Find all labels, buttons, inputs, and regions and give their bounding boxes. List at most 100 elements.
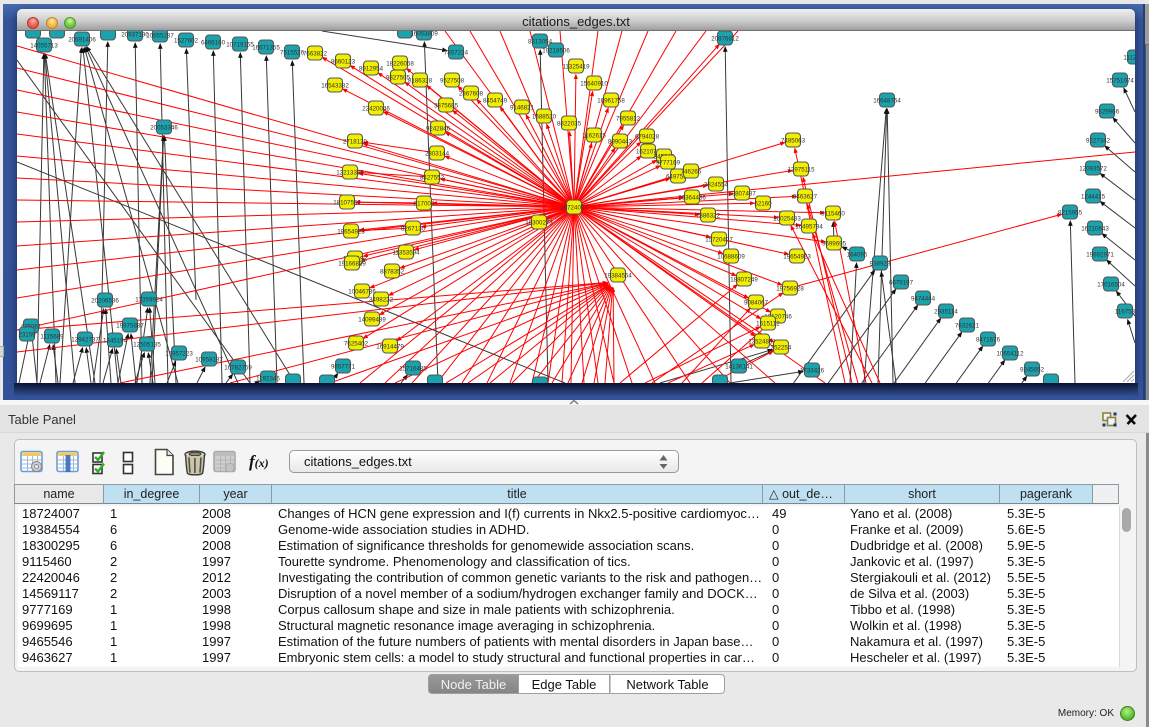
svg-text:1615112: 1615112 <box>756 320 780 327</box>
svg-text:938923: 938923 <box>870 260 891 267</box>
svg-text:6794028: 6794028 <box>635 133 660 140</box>
svg-text:817004: 817004 <box>414 200 435 207</box>
svg-text:10046786: 10046786 <box>348 288 376 295</box>
svg-text:14136141: 14136141 <box>725 363 753 370</box>
svg-text:7515526: 7515526 <box>280 49 305 56</box>
svg-text:16210643: 16210643 <box>1081 225 1109 232</box>
svg-text:10654112: 10654112 <box>996 350 1024 357</box>
svg-text:19975887: 19975887 <box>116 322 144 329</box>
svg-text:10688609: 10688609 <box>717 253 745 260</box>
svg-text:9474444: 9474444 <box>911 295 936 302</box>
svg-text:11325419: 11325419 <box>562 63 590 70</box>
svg-text:3498222: 3498222 <box>369 296 394 303</box>
svg-text:62160: 62160 <box>754 200 772 207</box>
svg-text:8660123: 8660123 <box>331 58 356 65</box>
svg-text:19692971: 19692971 <box>1086 251 1114 258</box>
svg-text:10958187: 10958187 <box>195 356 223 363</box>
svg-text:15751074: 15751074 <box>1106 77 1134 84</box>
svg-text:1162615: 1162615 <box>582 132 606 139</box>
svg-text:16671355: 16671355 <box>252 44 280 51</box>
svg-text:7632621: 7632621 <box>955 322 980 329</box>
svg-text:2935114: 2935114 <box>934 308 958 315</box>
svg-text:6679197: 6679197 <box>889 279 914 286</box>
svg-text:18724007: 18724007 <box>560 204 588 211</box>
svg-text:12942737: 12942737 <box>71 336 99 343</box>
svg-text:1192346: 1192346 <box>256 375 280 382</box>
svg-text:15716485: 15716485 <box>399 365 427 372</box>
svg-text:7663822: 7663822 <box>303 50 328 57</box>
svg-text:12505135: 12505135 <box>133 341 161 348</box>
svg-text:7625402: 7625402 <box>344 340 369 347</box>
svg-text:12093572: 12093572 <box>1079 165 1107 172</box>
svg-text:1112384: 1112384 <box>1123 54 1135 61</box>
svg-text:19218506: 19218506 <box>542 47 570 54</box>
svg-text:19384554: 19384554 <box>604 272 632 279</box>
svg-text:19654923: 19654923 <box>337 228 365 235</box>
svg-text:18300273: 18300273 <box>525 219 553 226</box>
svg-text:22420046: 22420046 <box>362 105 390 112</box>
svg-text:9146821: 9146821 <box>510 104 535 111</box>
svg-text:8912954: 8912954 <box>359 65 384 72</box>
svg-text:15720407: 15720407 <box>705 236 733 243</box>
svg-text:19756928: 19756928 <box>776 285 804 292</box>
svg-text:20206536: 20206536 <box>91 297 119 304</box>
svg-text:20364436: 20364436 <box>678 194 706 201</box>
svg-text:7485063: 7485063 <box>781 137 806 144</box>
svg-text:8267130: 8267130 <box>401 225 426 232</box>
svg-text:16543382: 16543382 <box>321 82 349 89</box>
svg-text:3824554: 3824554 <box>704 181 729 188</box>
svg-text:20691406: 20691406 <box>68 36 96 43</box>
svg-text:17016504: 17016504 <box>1097 281 1125 288</box>
svg-text:9115460: 9115460 <box>821 210 845 217</box>
svg-text:18807249: 18807249 <box>730 276 758 283</box>
svg-text:252254: 252254 <box>771 344 792 351</box>
svg-text:9242846: 9242846 <box>426 125 451 132</box>
svg-text:1244415: 1244415 <box>1081 193 1106 200</box>
svg-text:9227342: 9227342 <box>1086 137 1111 144</box>
svg-text:9463627: 9463627 <box>793 193 818 200</box>
svg-text:16495794: 16495794 <box>795 223 823 230</box>
svg-text:19166829: 19166829 <box>338 260 366 267</box>
svg-text:19654923: 19654923 <box>783 253 811 260</box>
svg-text:10655287: 10655287 <box>146 32 174 39</box>
svg-text:9699695: 9699695 <box>822 240 847 247</box>
svg-text:16961758: 16961758 <box>597 97 625 104</box>
svg-text:164095: 164095 <box>847 251 868 258</box>
svg-text:8427552: 8427552 <box>420 174 445 181</box>
svg-text:8186328: 8186328 <box>408 77 433 84</box>
svg-text:7955812: 7955812 <box>616 115 641 122</box>
svg-text:2803144: 2803144 <box>425 150 450 157</box>
svg-text:8878352: 8878352 <box>380 268 405 275</box>
svg-text:16782759: 16782759 <box>224 364 252 371</box>
svg-text:11353594: 11353594 <box>392 249 420 256</box>
svg-text:3875685: 3875685 <box>434 102 459 109</box>
svg-text:1345194: 1345194 <box>103 337 128 344</box>
svg-text:17359924: 17359924 <box>135 296 163 303</box>
svg-text:12975115: 12975115 <box>787 166 815 173</box>
svg-text:9245652: 9245652 <box>1020 366 1045 373</box>
svg-text:2718120: 2718120 <box>343 138 368 145</box>
svg-text:18226058: 18226058 <box>386 60 414 67</box>
svg-text:14055713: 14055713 <box>30 42 58 49</box>
svg-text:9084067: 9084067 <box>744 299 769 306</box>
svg-text:14099489: 14099489 <box>358 316 386 323</box>
svg-text:6466160: 6466160 <box>201 39 226 46</box>
svg-text:9529966: 9529966 <box>1095 108 1120 115</box>
svg-text:20937190: 20937190 <box>121 31 149 38</box>
svg-text:8454749: 8454749 <box>483 97 508 104</box>
svg-text:17957223: 17957223 <box>165 350 193 357</box>
svg-text:18107552: 18107552 <box>333 199 361 206</box>
svg-text:2867608: 2867608 <box>459 90 484 97</box>
svg-text:10807487: 10807487 <box>728 190 756 197</box>
svg-text:1115689: 1115689 <box>40 333 64 340</box>
svg-text:10719155: 10719155 <box>226 41 254 48</box>
svg-text:7857224: 7857224 <box>444 49 469 56</box>
svg-text:20876812: 20876812 <box>711 35 739 42</box>
svg-text:23159: 23159 <box>18 331 36 338</box>
svg-text:7886322: 7886322 <box>696 212 721 219</box>
svg-text:12213369: 12213369 <box>336 169 364 176</box>
svg-text:116753: 116753 <box>1115 308 1135 315</box>
svg-text:1527602: 1527602 <box>174 37 199 44</box>
svg-text:9857771: 9857771 <box>331 363 356 370</box>
svg-text:10025433: 10025433 <box>773 215 801 222</box>
